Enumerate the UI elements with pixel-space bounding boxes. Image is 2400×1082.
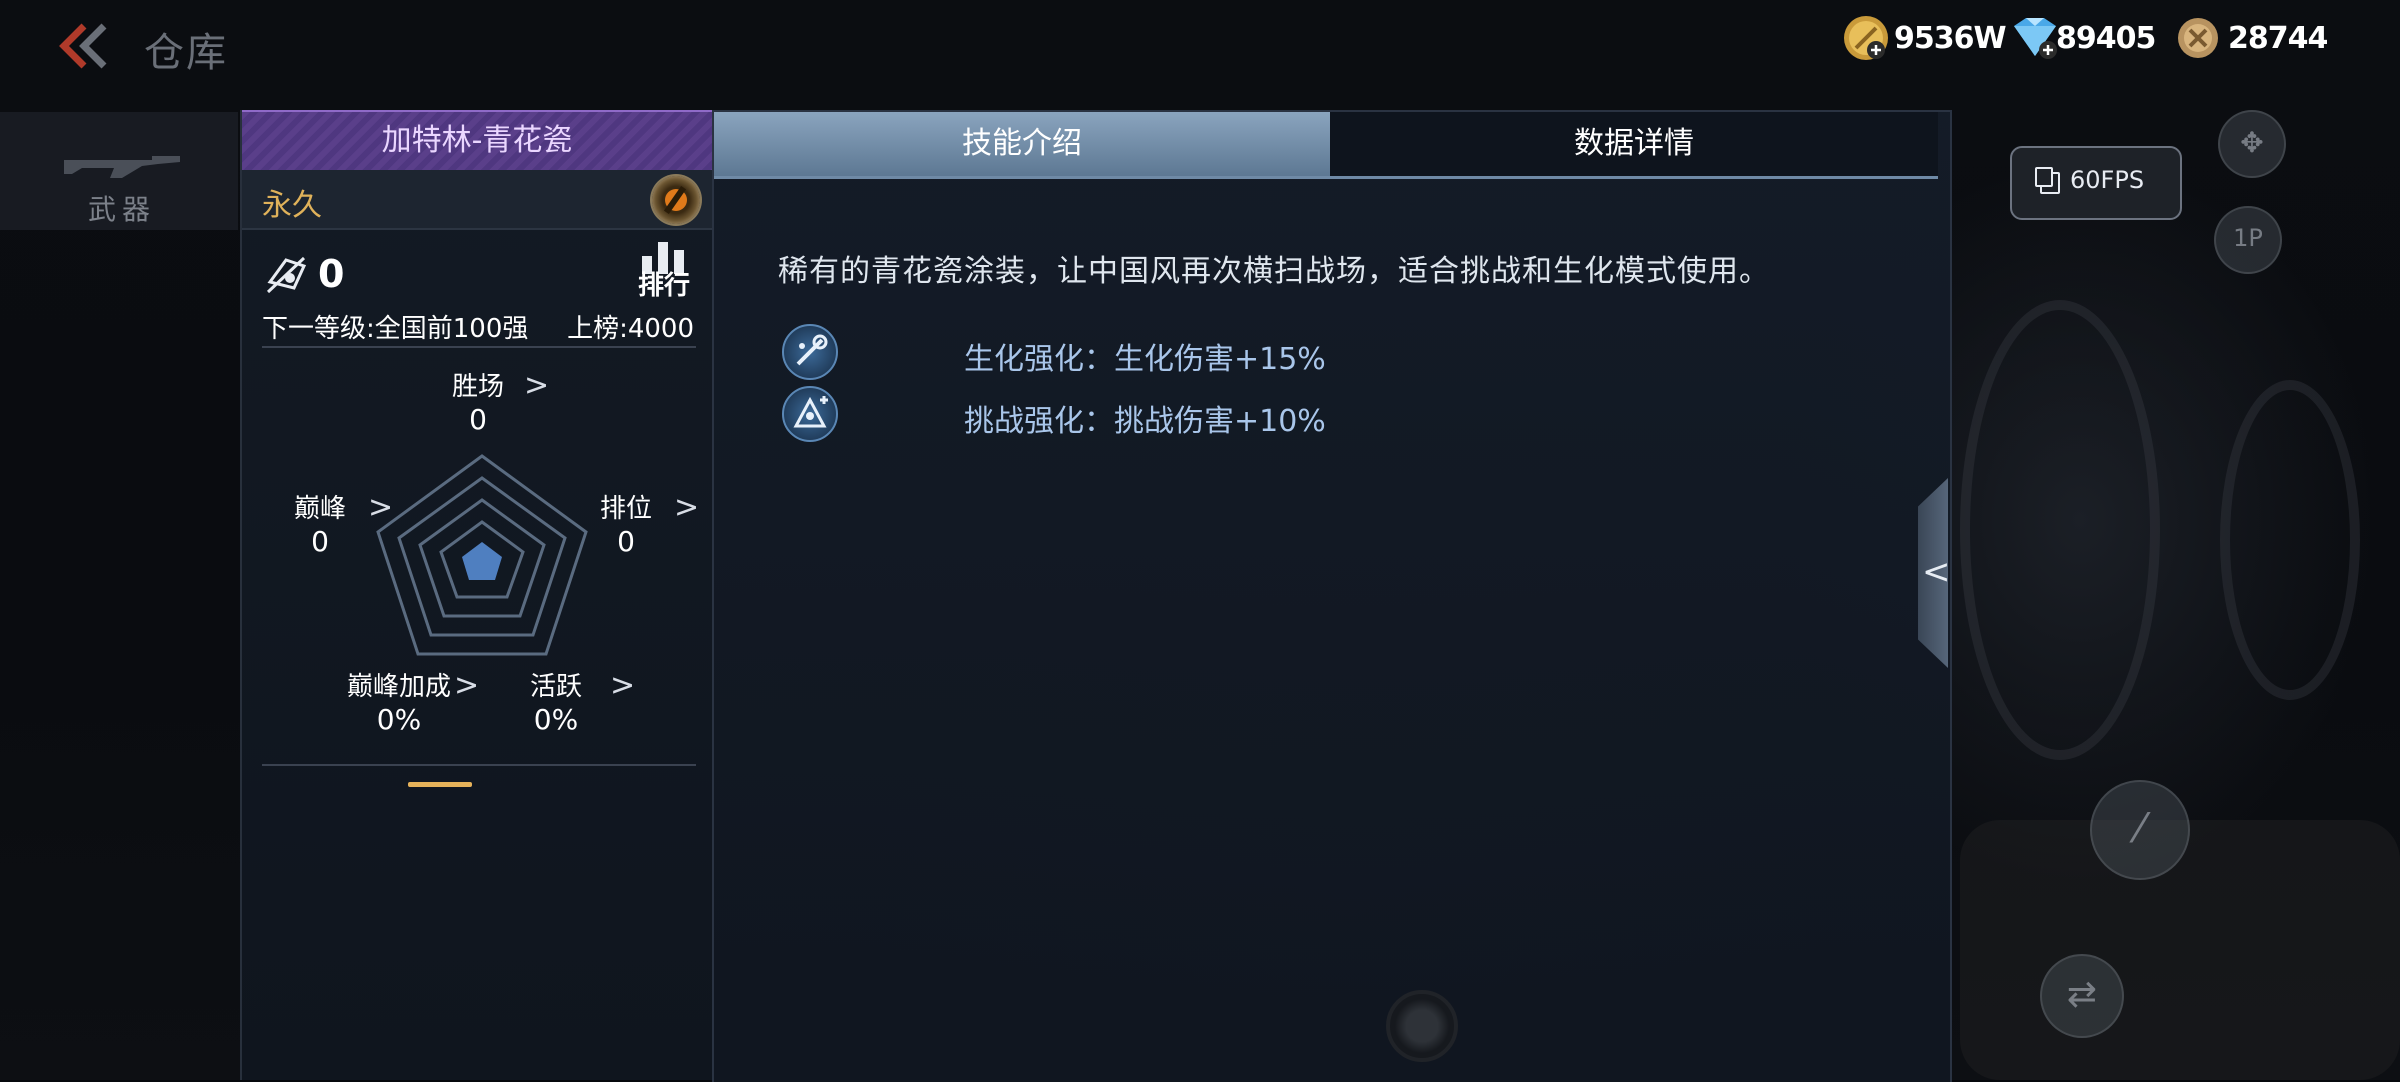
skin-description: 稀有的青花瓷涂装，让中国风再次横扫战场，适合挑战和生化模式使用。 — [778, 254, 1770, 289]
gold-amount: 9536W — [1894, 20, 2007, 56]
stat-peak[interactable]: 巅峰 0 > — [288, 488, 393, 558]
radar-value-shape — [462, 542, 502, 580]
leaderboard-score: 上榜:4000 — [567, 314, 694, 344]
diamond-currency[interactable]: 89405 — [2004, 14, 2156, 62]
rifle-icon — [64, 156, 180, 178]
stats-radar-chart — [376, 454, 588, 656]
item-duration-bar: 永久 — [242, 170, 712, 230]
zombie-boost-icon — [782, 324, 838, 380]
rank-emblem-icon — [266, 256, 307, 294]
detail-tabs: 技能介绍 数据详情 — [714, 112, 1938, 179]
gold-currency[interactable]: 9536W — [1842, 14, 2007, 62]
diamond-amount: 89405 — [2056, 20, 2156, 56]
fps-label: 60FPS — [2070, 166, 2145, 194]
stat-ranked-label: 排位 — [599, 494, 652, 524]
chevron-right-icon[interactable]: > — [610, 668, 635, 703]
ranking-count: 0 — [318, 252, 345, 296]
background-target-ring — [1960, 300, 2160, 760]
gamepad-button[interactable]: ✥ — [2218, 110, 2286, 178]
challenge-boost-icon — [782, 386, 838, 442]
page-title: 仓库 — [144, 30, 228, 76]
bullet-button[interactable]: ⁄ — [2090, 780, 2190, 880]
panel-collapse-handle[interactable]: < — [1918, 478, 1948, 668]
stat-peak-bonus[interactable]: 巅峰加成 0% > — [344, 666, 479, 736]
honor-coin-icon — [2176, 14, 2224, 62]
page-indicator — [408, 782, 472, 787]
chevron-right-icon[interactable]: > — [674, 490, 699, 525]
item-info-panel: 加特林-青花瓷 永久 0 排行 下一等级:全国前100强 上榜:4000 胜场 … — [240, 110, 712, 1080]
skill-row: 挑战强化：挑战伤害+10% — [782, 386, 1482, 442]
chevron-right-icon[interactable]: > — [368, 490, 393, 525]
stat-ranked-value: 0 — [617, 525, 635, 558]
category-label: 武器 — [88, 193, 157, 226]
stat-peak-value: 0 — [311, 525, 329, 558]
bottom-action-button[interactable] — [1386, 990, 1458, 1062]
gold-coin-icon — [1842, 14, 1890, 62]
detail-panel: 技能介绍 数据详情 稀有的青花瓷涂装，让中国风再次横扫战场，适合挑战和生化模式使… — [712, 110, 1952, 1082]
category-weapons-tab[interactable]: 武器 — [0, 112, 238, 230]
skill-text: 生化强化：生化伤害+15% — [964, 342, 1326, 377]
item-duration: 永久 — [262, 188, 322, 223]
ranking-row: 0 排行 — [264, 242, 694, 302]
chevron-right-icon[interactable]: > — [454, 668, 479, 703]
background-target-ring — [2220, 380, 2360, 700]
switch-weapon-button[interactable]: ⇄ — [2040, 954, 2124, 1038]
stat-peak-bonus-value: 0% — [376, 703, 422, 736]
dpad-icon: ✥ — [2240, 126, 2264, 159]
stat-activity[interactable]: 活跃 0% > — [524, 666, 635, 736]
stat-peak-label: 巅峰 — [293, 494, 346, 524]
next-level-text: 下一等级:全国前100强 — [262, 314, 529, 344]
tab-data-details[interactable]: 数据详情 — [1330, 112, 1938, 176]
double-chevron-left-icon — [59, 23, 107, 69]
chevron-left-icon: < — [1922, 552, 1951, 592]
view-toggle-button[interactable]: 1P — [2214, 206, 2282, 274]
leaderboard-button[interactable]: 排行 — [634, 238, 694, 302]
honor-currency[interactable]: 28744 — [2176, 14, 2328, 62]
stat-activity-value: 0% — [533, 703, 579, 736]
stat-activity-label: 活跃 — [529, 672, 582, 702]
stat-wins[interactable]: 胜场 0 > — [438, 366, 549, 436]
copy-icon — [2035, 167, 2060, 194]
tab-skill-intro[interactable]: 技能介绍 — [714, 112, 1330, 176]
chevron-right-icon[interactable]: > — [524, 368, 549, 403]
skill-row: 生化强化：生化伤害+15% — [782, 324, 1482, 380]
stat-ranked[interactable]: 排位 0 > — [594, 488, 699, 558]
divider — [262, 346, 696, 348]
bullet-icon: ⁄ — [2136, 806, 2144, 852]
skill-text: 挑战强化：挑战伤害+10% — [964, 404, 1326, 439]
item-name: 加特林-青花瓷 — [242, 110, 712, 170]
swap-arrows-icon: ⇄ — [2066, 974, 2098, 1015]
honor-amount: 28744 — [2228, 20, 2328, 56]
first-person-icon: 1P — [2233, 224, 2263, 252]
stat-peak-bonus-label: 巅峰加成 — [346, 672, 451, 702]
leaderboard-label: 排行 — [637, 271, 690, 301]
divider — [262, 764, 696, 766]
back-button[interactable] — [54, 18, 114, 74]
stat-wins-label: 胜场 — [451, 372, 504, 402]
fps-overlay-button[interactable]: 60FPS — [2010, 146, 2182, 220]
weapon-badge-icon[interactable] — [652, 176, 700, 224]
diamond-icon — [2004, 14, 2057, 62]
stat-wins-value: 0 — [469, 403, 487, 436]
